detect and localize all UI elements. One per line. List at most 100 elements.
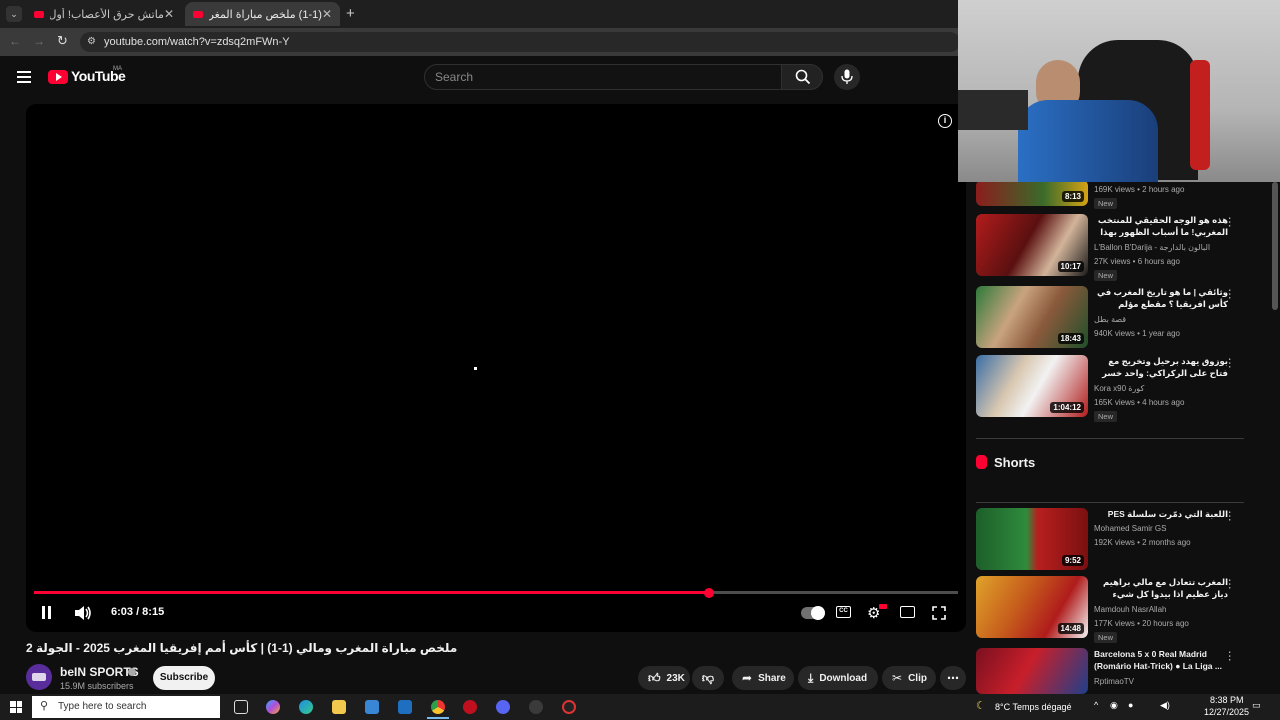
duration-badge: 1:04:12 [1050, 402, 1084, 413]
channel-name[interactable]: Kora x90 كورة [1094, 384, 1144, 393]
video-thumbnail[interactable]: 9:52 [976, 508, 1088, 570]
new-badge: New [1094, 198, 1118, 209]
video-thumbnail[interactable]: 14:48 [976, 576, 1088, 638]
channel-name[interactable]: beIN SPORTS [60, 665, 139, 679]
sidebar-scrollbar[interactable] [1272, 182, 1278, 310]
mic-tray-icon[interactable]: ● [1128, 700, 1133, 710]
more-options-icon[interactable]: … [1226, 357, 1240, 369]
like-button[interactable]: 👍︎ 23K [638, 666, 690, 690]
more-actions-button[interactable]: ⋯ [940, 666, 966, 690]
channel-name[interactable]: RptimaoTV [1094, 677, 1134, 686]
duration-badge: 18:43 [1057, 333, 1084, 344]
duration-badge: 8:13 [1061, 191, 1084, 202]
clock-date[interactable]: 12/27/2025 [1204, 707, 1249, 717]
video-title: Barcelona 5 x 0 Real Madrid (Romário Hat… [1094, 649, 1222, 671]
browser-tab-label: (1-1) ملخص مباراة المغرب ومالي [209, 8, 322, 21]
taskbar-active-indicator [427, 717, 449, 719]
4k-downloader-icon[interactable] [529, 700, 543, 714]
video-thumbnail[interactable]: 1:04:12 [976, 355, 1088, 417]
channel-name[interactable]: L'Ballon B'Darija - البالون بالدارجة [1094, 243, 1210, 252]
info-icon[interactable]: i [938, 114, 952, 128]
video-title: بوزوق يهدد برحيل وتخريج مع فتاح على الرك… [1102, 356, 1228, 378]
copilot-icon[interactable] [266, 700, 280, 714]
reload-icon[interactable]: ↻ [57, 33, 68, 49]
browser-tab-label: ماتش حرق الأعصاب! أول مرة مع [50, 8, 164, 21]
browser-tab-1[interactable]: ماتش حرق الأعصاب! أول مرة مع ✕ [26, 2, 182, 26]
volume-icon[interactable] [74, 605, 92, 621]
captions-icon[interactable]: CC [836, 606, 851, 618]
video-thumbnail[interactable]: 18:43 [976, 286, 1088, 348]
video-player[interactable] [26, 104, 966, 632]
new-tab-button[interactable]: + [346, 5, 355, 22]
video-meta: 177K views • 20 hours ago [1094, 619, 1189, 628]
search-button[interactable] [781, 64, 823, 90]
menu-icon[interactable] [17, 71, 31, 83]
share-button[interactable]: ➦ Share [732, 666, 794, 690]
more-options-icon[interactable]: … [1226, 650, 1240, 662]
video-meta: 169K views • 2 hours ago [1094, 185, 1185, 194]
voice-search-button[interactable] [834, 64, 860, 90]
notifications-icon[interactable]: ▭ [1252, 700, 1261, 711]
channel-name[interactable]: قصة بطل [1094, 315, 1126, 324]
close-tab-icon[interactable]: ✕ [322, 7, 332, 21]
more-options-icon[interactable]: … [1226, 510, 1240, 522]
video-thumbnail[interactable]: 10:17 [976, 214, 1088, 276]
taskbar-search-input[interactable]: Type here to search [32, 696, 220, 718]
clip-button[interactable]: ✂ Clip [882, 666, 936, 690]
list-item[interactable]: 9:52 PES اللعبة التي دمّرت سلسلة Mohamed… [976, 508, 1246, 572]
discord-icon[interactable] [496, 700, 510, 714]
download-button[interactable]: ⤓ Download [798, 666, 878, 690]
outlook-icon[interactable] [398, 700, 412, 714]
list-item[interactable]: 1:04:12 بوزوق يهدد برحيل وتخريج مع فتاح … [976, 355, 1246, 422]
volume-tray-icon[interactable]: ◀) [1160, 700, 1170, 711]
channel-name[interactable]: Mamdouh NasrAllah [1094, 605, 1166, 614]
subscribe-button[interactable]: Subscribe [153, 666, 215, 690]
video-thumbnail[interactable] [976, 648, 1088, 694]
list-item[interactable]: 10:17 هذه هو الوجه الحقيقي للمنتخب المغر… [976, 214, 1246, 281]
recording-app-icon[interactable] [562, 700, 576, 714]
list-item[interactable]: Barcelona 5 x 0 Real Madrid (Romário Hat… [976, 648, 1246, 694]
url-field[interactable]: ⚙ youtube.com/watch?v=zdsq2mFWn-Y [80, 32, 960, 52]
channel-name[interactable]: Mohamed Samir GS [1094, 524, 1166, 533]
fullscreen-icon[interactable] [932, 606, 946, 620]
pause-button[interactable] [41, 606, 53, 619]
back-icon[interactable]: ← [9, 34, 21, 48]
list-item[interactable]: 18:43 وثائقي | ما هو تاريخ المغرب في كأس… [976, 286, 1246, 350]
video-thumbnail[interactable]: 8:13 [976, 180, 1088, 206]
more-options-icon[interactable]: … [1226, 578, 1240, 590]
channel-avatar[interactable] [26, 664, 52, 690]
progress-bar-played [34, 591, 709, 594]
tab-list-button[interactable]: ⌄ [6, 6, 22, 22]
time-display: 6:03 / 8:15 [111, 606, 165, 618]
loading-indicator [474, 367, 477, 370]
network-icon[interactable]: ◉ [1110, 700, 1118, 711]
clock-time[interactable]: 8:38 PM [1210, 695, 1244, 705]
divider [976, 438, 1244, 439]
search-input[interactable]: Search [424, 64, 782, 90]
youtube-logo-icon[interactable] [48, 70, 68, 84]
weather-text[interactable]: 8°C Temps dégagé [995, 702, 1071, 712]
autoplay-toggle[interactable] [801, 606, 825, 620]
list-item[interactable]: 14:48 المغرب تتعادل مع مالي براهيم دياز … [976, 576, 1246, 643]
edge-icon[interactable] [299, 700, 313, 714]
file-explorer-icon[interactable] [332, 700, 346, 714]
store-icon[interactable] [365, 700, 379, 714]
opera-icon[interactable] [463, 700, 477, 714]
close-tab-icon[interactable]: ✕ [164, 7, 174, 21]
pause-icon [42, 606, 45, 619]
new-badge: New [1094, 270, 1118, 281]
browser-tab-2[interactable]: (1-1) ملخص مباراة المغرب ومالي ✕ [185, 2, 340, 26]
site-info-icon[interactable]: ⚙ [87, 36, 96, 47]
progress-scrubber-handle[interactable] [704, 588, 714, 598]
tray-overflow-icon[interactable]: ^ [1094, 700, 1098, 710]
search-icon: ⚲ [40, 700, 49, 712]
more-options-icon[interactable]: … [1226, 216, 1240, 228]
shorts-heading: Shorts [976, 452, 1035, 472]
task-view-icon[interactable] [234, 700, 248, 714]
miniplayer-icon[interactable] [900, 606, 915, 618]
dislike-button[interactable]: 👎︎ [692, 666, 724, 690]
forward-icon[interactable]: → [33, 34, 45, 48]
chrome-icon[interactable] [431, 700, 445, 714]
more-options-icon[interactable]: … [1226, 288, 1240, 300]
windows-start-icon[interactable] [10, 701, 22, 713]
